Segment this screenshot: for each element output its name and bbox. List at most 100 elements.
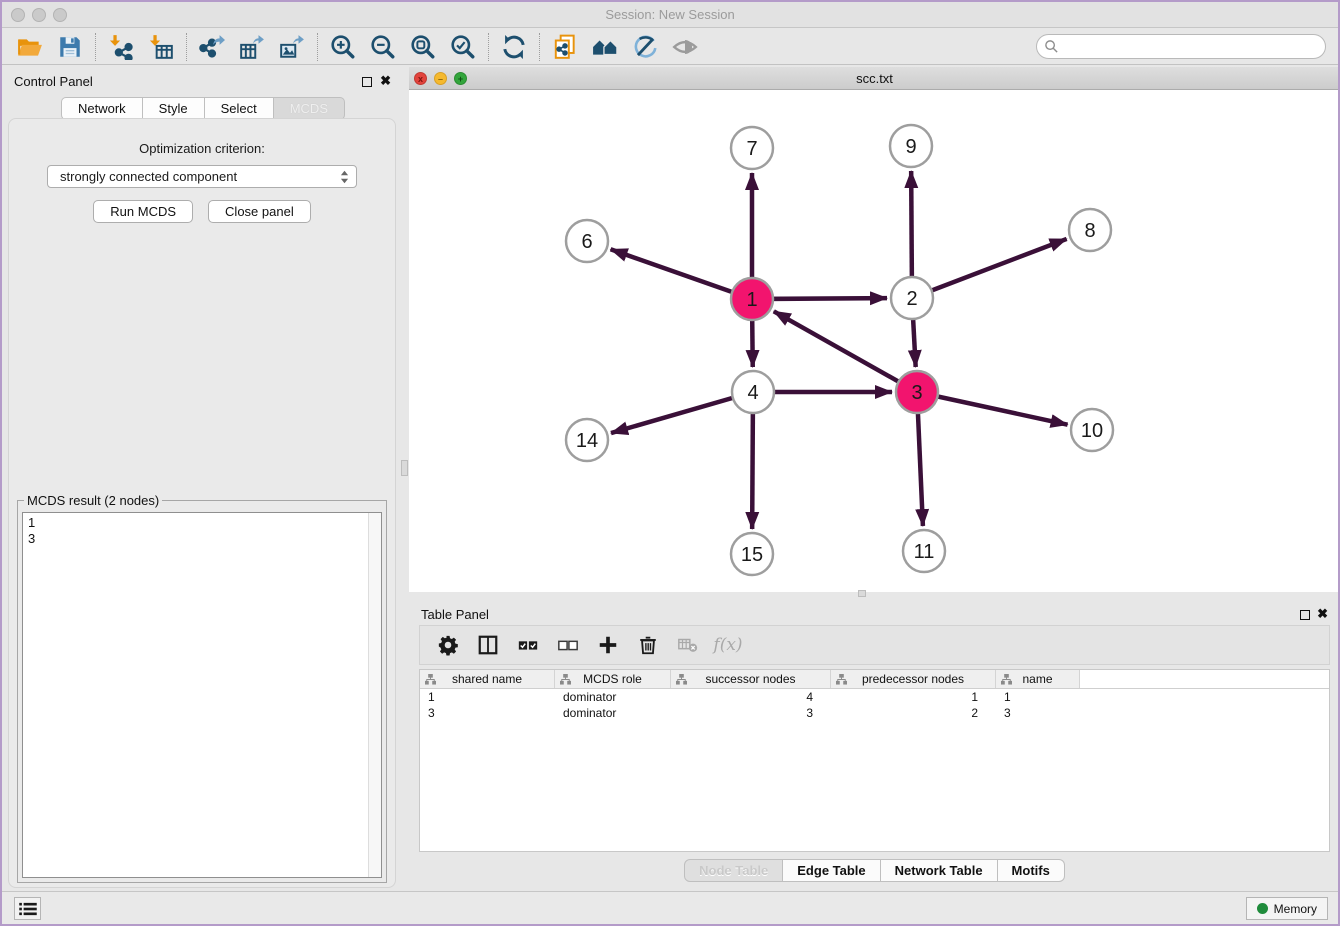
column-header-label: shared name xyxy=(452,672,522,686)
table-header-row: shared name MCDS rolesuccessor nodes prede… xyxy=(420,670,1329,689)
graph-node-label-8: 8 xyxy=(1084,220,1095,242)
export-network-icon[interactable] xyxy=(192,31,232,63)
column-header-label: predecessor nodes xyxy=(862,672,964,686)
column-header-predecessor-nodes[interactable]: predecessor nodes xyxy=(831,670,996,688)
graph-node-label-14: 14 xyxy=(576,430,598,452)
graph-node-label-10: 10 xyxy=(1081,420,1103,442)
graph-edge-3-10[interactable] xyxy=(917,392,1068,425)
graph-edge-1-6[interactable] xyxy=(611,249,752,299)
table-body: 1dominator4113dominator323 xyxy=(420,689,1329,721)
bird-view-icon[interactable] xyxy=(665,31,705,63)
memory-status-icon xyxy=(1257,903,1268,914)
delete-table-icon-disabled xyxy=(670,629,706,661)
horizontal-splitter-grip[interactable] xyxy=(858,590,866,597)
graph-edge-3-1[interactable] xyxy=(774,311,917,392)
toolbar-separator xyxy=(95,33,96,61)
table-panel: Table Panel ✖ xyxy=(409,599,1340,892)
tab-motifs[interactable]: Motifs xyxy=(998,859,1065,882)
close-panel-icon[interactable]: ✖ xyxy=(1317,607,1328,620)
window-titlebar: Session: New Session xyxy=(2,2,1338,28)
export-image-icon[interactable] xyxy=(272,31,312,63)
select-all-icon[interactable] xyxy=(510,629,546,661)
node-table[interactable]: shared name MCDS rolesuccessor nodes prede… xyxy=(419,669,1330,852)
tab-mcds[interactable]: MCDS xyxy=(274,97,345,120)
fit-content-icon[interactable] xyxy=(403,31,443,63)
column-header-shared-name[interactable]: shared name xyxy=(420,670,555,688)
import-network-icon[interactable] xyxy=(101,31,141,63)
table-cell[interactable]: 4 xyxy=(671,689,831,705)
first-neighbors-icon[interactable] xyxy=(585,31,625,63)
column-header-successor-nodes[interactable]: successor nodes xyxy=(671,670,831,688)
criterion-dropdown[interactable]: strongly connected component xyxy=(47,165,357,188)
table-cell[interactable]: 2 xyxy=(831,705,996,721)
zoom-in-icon[interactable] xyxy=(323,31,363,63)
mcds-result-list[interactable]: 1 3 xyxy=(22,512,382,878)
mcds-panel-body: Optimization criterion: strongly connect… xyxy=(8,118,396,888)
zoom-selected-icon[interactable] xyxy=(443,31,483,63)
show-column-icon[interactable] xyxy=(470,629,506,661)
network-graph[interactable]: 1234678910111415 xyxy=(409,90,1340,592)
open-file-icon[interactable] xyxy=(10,31,50,63)
zoom-out-icon[interactable] xyxy=(363,31,403,63)
graph-node-label-11: 11 xyxy=(914,541,935,563)
toolbar-separator xyxy=(317,33,318,61)
control-panel-tabs: NetworkStyleSelectMCDS xyxy=(2,97,404,120)
tab-style[interactable]: Style xyxy=(143,97,205,120)
column-header-label: name xyxy=(1022,672,1052,686)
close-panel-button[interactable]: Close panel xyxy=(208,200,311,223)
table-row[interactable]: 3dominator323 xyxy=(420,705,1329,721)
hide-graphics-details-icon[interactable] xyxy=(625,31,665,63)
tab-select[interactable]: Select xyxy=(205,97,274,120)
search-box xyxy=(1036,34,1326,59)
float-panel-icon[interactable] xyxy=(1300,610,1310,620)
table-cell[interactable]: dominator xyxy=(555,689,671,705)
import-table-icon[interactable] xyxy=(141,31,181,63)
app-window: Session: New Session xyxy=(0,0,1340,926)
deselect-all-icon[interactable] xyxy=(550,629,586,661)
table-cell[interactable]: 1 xyxy=(420,689,555,705)
table-panel-title: Table Panel xyxy=(421,607,489,622)
tab-network-table[interactable]: Network Table xyxy=(881,859,998,882)
control-panel-title: Control Panel xyxy=(14,74,93,89)
graph-node-label-7: 7 xyxy=(746,138,757,160)
table-cell[interactable]: 3 xyxy=(420,705,555,721)
tab-node-table[interactable]: Node Table xyxy=(684,859,783,882)
column-header-MCDS-role[interactable]: MCDS role xyxy=(555,670,671,688)
network-window-title: scc.txt xyxy=(409,71,1340,86)
table-cell[interactable]: dominator xyxy=(555,705,671,721)
add-column-icon[interactable] xyxy=(590,629,626,661)
table-toolbar: f(x) xyxy=(419,625,1330,665)
graph-node-label-2: 2 xyxy=(906,288,917,310)
duplicate-network-icon[interactable] xyxy=(545,31,585,63)
float-panel-icon[interactable] xyxy=(362,77,372,87)
run-mcds-button[interactable]: Run MCDS xyxy=(93,200,193,223)
table-row[interactable]: 1dominator411 xyxy=(420,689,1329,705)
save-session-icon[interactable] xyxy=(50,31,90,63)
search-input[interactable] xyxy=(1036,34,1326,59)
optimization-criterion-label: Optimization criterion: xyxy=(9,141,395,156)
export-table-icon[interactable] xyxy=(232,31,272,63)
graph-node-label-1: 1 xyxy=(746,289,757,311)
table-cell[interactable]: 1 xyxy=(996,689,1080,705)
refresh-icon[interactable] xyxy=(494,31,534,63)
settings-gear-icon[interactable] xyxy=(430,629,466,661)
tab-edge-table[interactable]: Edge Table xyxy=(783,859,880,882)
vertical-splitter-grip[interactable] xyxy=(401,460,408,476)
network-canvas[interactable]: 1234678910111415 xyxy=(409,90,1340,592)
graph-edge-2-8[interactable] xyxy=(912,239,1067,298)
delete-column-icon[interactable] xyxy=(630,629,666,661)
column-header-name[interactable]: name xyxy=(996,670,1080,688)
toolbar-separator xyxy=(539,33,540,61)
memory-button[interactable]: Memory xyxy=(1246,897,1328,920)
table-panel-tabs: Node TableEdge TableNetwork TableMotifs xyxy=(409,859,1340,882)
tab-network[interactable]: Network xyxy=(61,97,143,120)
table-cell[interactable]: 1 xyxy=(831,689,996,705)
result-scrollbar[interactable] xyxy=(368,513,381,877)
task-history-button[interactable] xyxy=(14,897,41,920)
graph-node-label-4: 4 xyxy=(747,382,758,404)
network-window-titlebar[interactable]: x – + scc.txt xyxy=(409,67,1340,90)
close-panel-icon[interactable]: ✖ xyxy=(380,74,391,87)
table-cell[interactable]: 3 xyxy=(671,705,831,721)
memory-button-label: Memory xyxy=(1274,902,1317,916)
table-cell[interactable]: 3 xyxy=(996,705,1080,721)
